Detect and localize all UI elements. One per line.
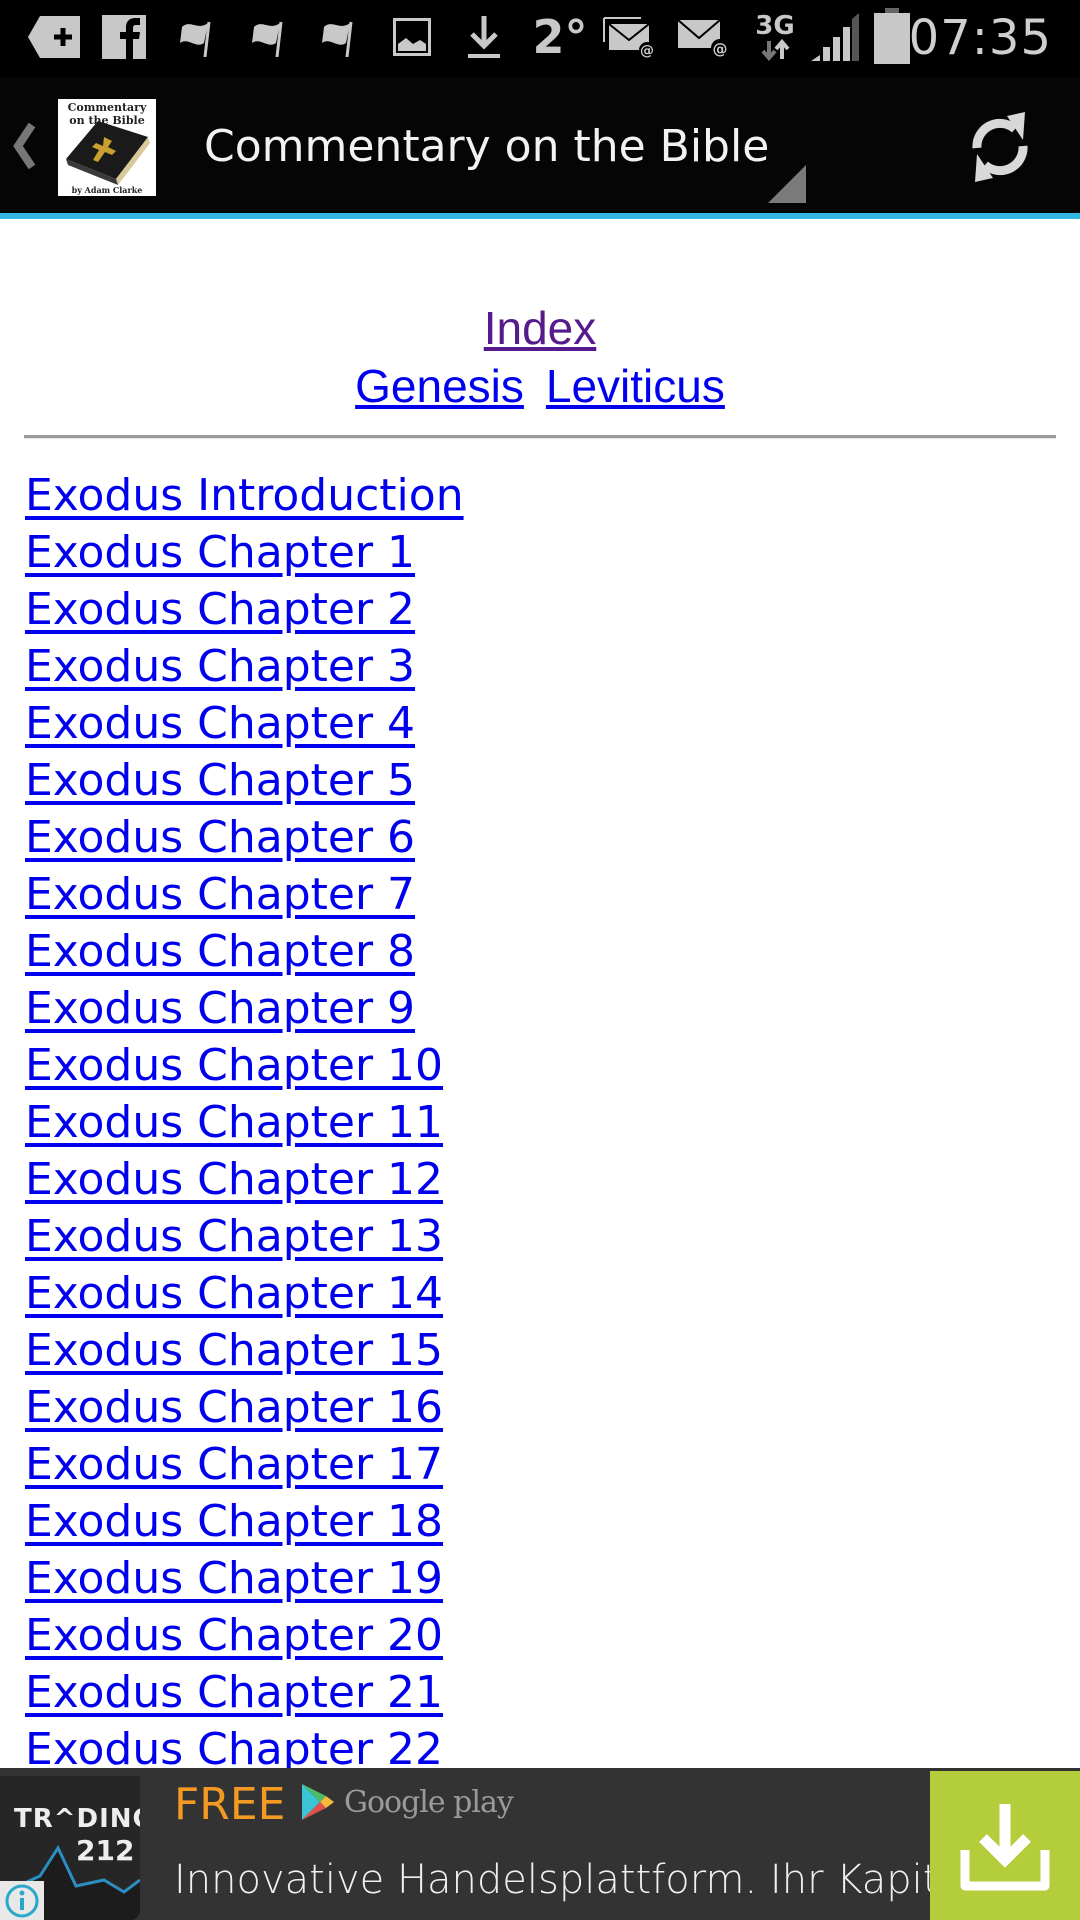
leviticus-link[interactable]: Leviticus: [546, 360, 725, 412]
chapter-link[interactable]: Exodus Chapter 8: [25, 926, 415, 977]
spinner-dropdown-icon[interactable]: [768, 165, 806, 203]
svg-text:@: @: [713, 40, 728, 58]
list-item: Exodus Chapter 5: [25, 752, 464, 809]
list-item: Exodus Chapter 6: [25, 809, 464, 866]
email-icon: @: [676, 12, 730, 62]
list-item: Exodus Chapter 15: [25, 1322, 464, 1379]
list-item: Exodus Chapter 7: [25, 866, 464, 923]
flag-icon: [176, 12, 216, 62]
list-item: Exodus Chapter 2: [25, 581, 464, 638]
refresh-icon: [972, 112, 1028, 182]
chapter-list: Exodus Introduction Exodus Chapter 1 Exo…: [25, 467, 464, 1768]
google-play-icon: [302, 1784, 334, 1820]
logo-line1: Commentary: [68, 101, 147, 114]
status-bar: 2° @ @ 3G 07:35: [0, 0, 1080, 77]
chapter-link[interactable]: Exodus Chapter 9: [25, 983, 415, 1034]
action-bar: Commentary on the Bible by Adam Clarke C…: [0, 77, 1080, 213]
ad-brand-line2: 212: [76, 1834, 135, 1867]
image-icon: [390, 12, 434, 62]
list-item: Exodus Introduction: [25, 467, 464, 524]
list-item: Exodus Chapter 10: [25, 1037, 464, 1094]
download-icon: [462, 12, 506, 62]
chapter-link[interactable]: Exodus Introduction: [25, 470, 464, 521]
chapter-link[interactable]: Exodus Chapter 1: [25, 527, 415, 578]
ad-banner[interactable]: TR^DING 212 FREE Google play Innovative …: [0, 1768, 1080, 1920]
divider: [24, 435, 1056, 439]
chapter-link[interactable]: Exodus Chapter 17: [25, 1439, 443, 1490]
list-item: Exodus Chapter 21: [25, 1664, 464, 1721]
list-item: Exodus Chapter 20: [25, 1607, 464, 1664]
ad-download-button[interactable]: [930, 1771, 1080, 1920]
chapter-link[interactable]: Exodus Chapter 16: [25, 1382, 443, 1433]
chapter-link[interactable]: Exodus Chapter 7: [25, 869, 415, 920]
book-nav: Genesis Leviticus: [0, 359, 1080, 413]
3g-data-icon: 3G: [752, 12, 798, 62]
index-link[interactable]: Index: [484, 302, 597, 354]
add-tag-icon: [24, 12, 84, 62]
flag-icon: [318, 12, 358, 62]
list-item: Exodus Chapter 9: [25, 980, 464, 1037]
google-play-badge: Google play: [300, 1782, 514, 1822]
chapter-link[interactable]: Exodus Chapter 5: [25, 755, 415, 806]
chapter-link[interactable]: Exodus Chapter 4: [25, 698, 415, 749]
list-item: Exodus Chapter 13: [25, 1208, 464, 1265]
list-item: Exodus Chapter 17: [25, 1436, 464, 1493]
battery-icon: [872, 8, 912, 64]
list-item: Exodus Chapter 11: [25, 1094, 464, 1151]
list-item: Exodus Chapter 3: [25, 638, 464, 695]
chapter-link[interactable]: Exodus Chapter 21: [25, 1667, 443, 1718]
chapter-link[interactable]: Exodus Chapter 10: [25, 1040, 443, 1091]
chapter-link[interactable]: Exodus Chapter 3: [25, 641, 415, 692]
download-icon: [960, 1803, 1050, 1890]
genesis-link[interactable]: Genesis: [355, 360, 524, 412]
chapter-link[interactable]: Exodus Chapter 19: [25, 1553, 443, 1604]
email-stack-icon: @: [602, 12, 658, 62]
app-title[interactable]: Commentary on the Bible: [204, 117, 769, 177]
google-play-label: Google play: [344, 1784, 514, 1820]
svg-text:@: @: [640, 43, 654, 58]
index-nav: Index: [0, 301, 1080, 355]
ad-brand-line1: TR^DING: [14, 1804, 140, 1834]
chapter-link[interactable]: Exodus Chapter 15: [25, 1325, 443, 1376]
flag-icon: [248, 12, 288, 62]
chapter-link[interactable]: Exodus Chapter 22: [25, 1724, 443, 1768]
list-item: Exodus Chapter 18: [25, 1493, 464, 1550]
ad-price-label: FREE: [174, 1779, 286, 1830]
list-item: Exodus Chapter 12: [25, 1151, 464, 1208]
chapter-link[interactable]: Exodus Chapter 18: [25, 1496, 443, 1547]
ad-info-button[interactable]: [0, 1881, 44, 1920]
facebook-icon: [100, 12, 148, 62]
list-item: Exodus Chapter 14: [25, 1265, 464, 1322]
signal-icon: [810, 12, 860, 62]
list-item: Exodus Chapter 19: [25, 1550, 464, 1607]
list-item: Exodus Chapter 4: [25, 695, 464, 752]
list-item: Exodus Chapter 1: [25, 524, 464, 581]
chapter-link[interactable]: Exodus Chapter 2: [25, 584, 415, 635]
chapter-link[interactable]: Exodus Chapter 13: [25, 1211, 443, 1262]
info-icon: [5, 1884, 39, 1917]
up-navigation-icon[interactable]: [10, 121, 40, 171]
chapter-link[interactable]: Exodus Chapter 20: [25, 1610, 443, 1661]
clock: 07:35: [908, 10, 1052, 66]
weather-temp: 2°: [532, 10, 588, 64]
chapter-link[interactable]: Exodus Chapter 6: [25, 812, 415, 863]
logo-byline: by Adam Clarke: [72, 185, 143, 195]
refresh-button[interactable]: [950, 99, 1050, 195]
chapter-link[interactable]: Exodus Chapter 11: [25, 1097, 443, 1148]
ad-text: Innovative Handelsplattform. Ihr Kapital: [174, 1857, 975, 1903]
list-item: Exodus Chapter 8: [25, 923, 464, 980]
list-item: Exodus Chapter 16: [25, 1379, 464, 1436]
webview-content[interactable]: Index Genesis Leviticus Exodus Introducti…: [0, 219, 1080, 1768]
app-logo[interactable]: Commentary on the Bible by Adam Clarke: [58, 99, 156, 196]
list-item: Exodus Chapter 22: [25, 1721, 464, 1768]
chapter-link[interactable]: Exodus Chapter 12: [25, 1154, 443, 1205]
chapter-link[interactable]: Exodus Chapter 14: [25, 1268, 443, 1319]
